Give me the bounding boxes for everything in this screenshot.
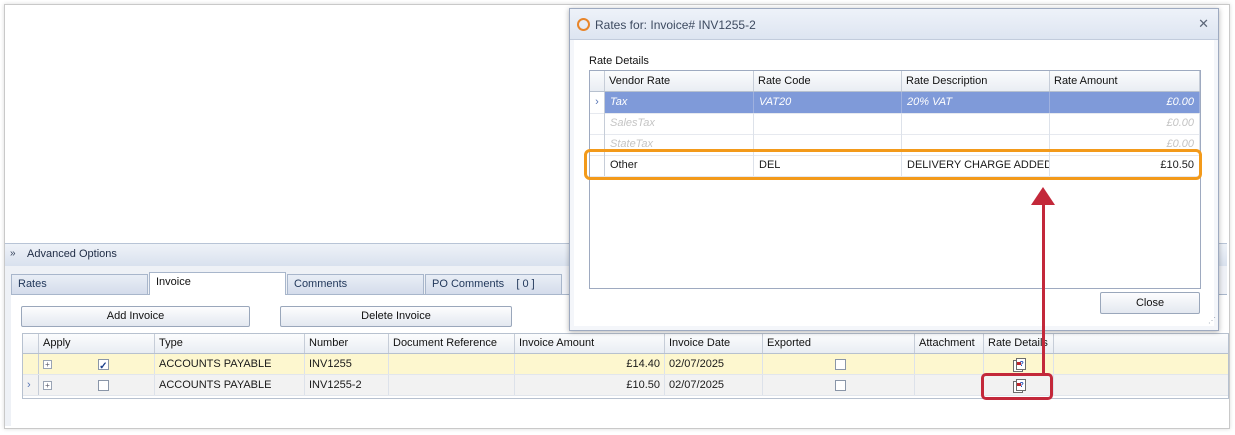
tab-po-comments[interactable]: PO Comments [ 0 ] bbox=[425, 274, 562, 294]
type-cell: ACCOUNTS PAYABLE bbox=[155, 354, 305, 374]
highlight-box bbox=[981, 373, 1053, 400]
invoice-grid-header: Apply Type Number Document Reference Inv… bbox=[23, 334, 1228, 354]
row-indicator-header bbox=[23, 334, 39, 353]
date-cell: 02/07/2025 bbox=[665, 354, 763, 374]
tab-label: Comments bbox=[294, 278, 348, 290]
table-row[interactable]: + ACCOUNTS PAYABLE INV1255 £14.40 02/07/… bbox=[23, 354, 1228, 375]
rate-row[interactable]: › Tax VAT20 20% VAT £0.00 bbox=[590, 92, 1200, 114]
arrow-line bbox=[1042, 203, 1045, 374]
row-indicator bbox=[23, 354, 39, 374]
date-cell: 02/07/2025 bbox=[665, 375, 763, 395]
vendor-rate-cell: SalesTax bbox=[605, 113, 754, 134]
rate-amount-cell: £0.00 bbox=[1050, 92, 1200, 113]
col-vendor-rate[interactable]: Vendor Rate bbox=[605, 71, 754, 91]
col-rate-amount[interactable]: Rate Amount bbox=[1050, 71, 1200, 91]
exported-checkbox[interactable] bbox=[835, 358, 846, 370]
col-exported[interactable]: Exported bbox=[763, 334, 915, 353]
row-pointer-icon: › bbox=[590, 92, 605, 113]
highlight-box bbox=[584, 149, 1202, 180]
rate-details-label: Rate Details bbox=[589, 55, 649, 67]
apply-cell: + bbox=[39, 375, 155, 395]
number-cell: INV1255-2 bbox=[305, 375, 389, 395]
delete-invoice-button[interactable]: Delete Invoice bbox=[280, 306, 512, 327]
chevron-down-icon: » bbox=[10, 248, 16, 259]
col-type[interactable]: Type bbox=[155, 334, 305, 353]
exported-checkbox[interactable] bbox=[835, 379, 846, 391]
dialog-title: Rates for: Invoice# INV1255-2 bbox=[595, 18, 756, 32]
dialog-icon bbox=[577, 18, 590, 31]
close-button[interactable]: Close bbox=[1100, 292, 1200, 314]
doc-ref-cell bbox=[389, 375, 515, 395]
col-number[interactable]: Number bbox=[305, 334, 389, 353]
exported-cell bbox=[763, 354, 915, 374]
vendor-rate-cell: Tax bbox=[605, 92, 754, 113]
rate-description-cell bbox=[902, 113, 1050, 134]
exported-cell bbox=[763, 375, 915, 395]
col-apply[interactable]: Apply bbox=[39, 334, 155, 353]
dialog-title-bar[interactable]: Rates for: Invoice# INV1255-2 ✕ bbox=[570, 9, 1218, 40]
resize-grip-icon[interactable]: ⋰ bbox=[1208, 316, 1216, 325]
col-invoice-amount[interactable]: Invoice Amount bbox=[515, 334, 665, 353]
number-cell: INV1255 bbox=[305, 354, 389, 374]
type-cell: ACCOUNTS PAYABLE bbox=[155, 375, 305, 395]
add-invoice-button[interactable]: Add Invoice bbox=[21, 306, 250, 327]
doc-ref-cell bbox=[389, 354, 515, 374]
col-document-reference[interactable]: Document Reference bbox=[389, 334, 515, 353]
tab-label: Invoice bbox=[156, 276, 191, 288]
tab-comments[interactable]: Comments bbox=[287, 274, 424, 294]
row-indicator-header bbox=[590, 71, 605, 91]
col-invoice-date[interactable]: Invoice Date bbox=[665, 334, 763, 353]
arrow-up-icon bbox=[1031, 187, 1055, 205]
expand-icon[interactable]: + bbox=[43, 360, 52, 369]
expand-icon[interactable]: + bbox=[43, 381, 52, 390]
row-pointer-icon: › bbox=[23, 375, 39, 395]
rate-row[interactable]: SalesTax £0.00 bbox=[590, 113, 1200, 135]
amount-cell: £10.50 bbox=[515, 375, 665, 395]
rate-details-icon[interactable]: ? bbox=[1012, 358, 1026, 373]
apply-checkbox[interactable] bbox=[98, 357, 110, 374]
apply-checkbox[interactable] bbox=[98, 379, 110, 391]
rate-code-cell: VAT20 bbox=[754, 92, 902, 113]
tab-label: PO Comments bbox=[432, 278, 505, 290]
col-attachment[interactable]: Attachment bbox=[915, 334, 984, 353]
attachment-cell bbox=[915, 375, 984, 395]
row-indicator bbox=[590, 113, 605, 134]
attachment-cell bbox=[915, 354, 984, 374]
rate-grid-header: Vendor Rate Rate Code Rate Description R… bbox=[590, 71, 1200, 92]
advanced-options-label: Advanced Options bbox=[27, 248, 117, 260]
rate-code-cell bbox=[754, 113, 902, 134]
col-rate-description[interactable]: Rate Description bbox=[902, 71, 1050, 91]
rate-amount-cell: £0.00 bbox=[1050, 113, 1200, 134]
amount-cell: £14.40 bbox=[515, 354, 665, 374]
rate-description-cell: 20% VAT bbox=[902, 92, 1050, 113]
tab-invoice[interactable]: Invoice bbox=[149, 272, 286, 295]
tab-rates[interactable]: Rates bbox=[11, 274, 148, 294]
close-icon[interactable]: ✕ bbox=[1198, 16, 1209, 32]
apply-cell: + bbox=[39, 354, 155, 374]
tab-count: [ 0 ] bbox=[516, 278, 535, 290]
tab-label: Rates bbox=[18, 278, 47, 290]
col-rate-code[interactable]: Rate Code bbox=[754, 71, 902, 91]
